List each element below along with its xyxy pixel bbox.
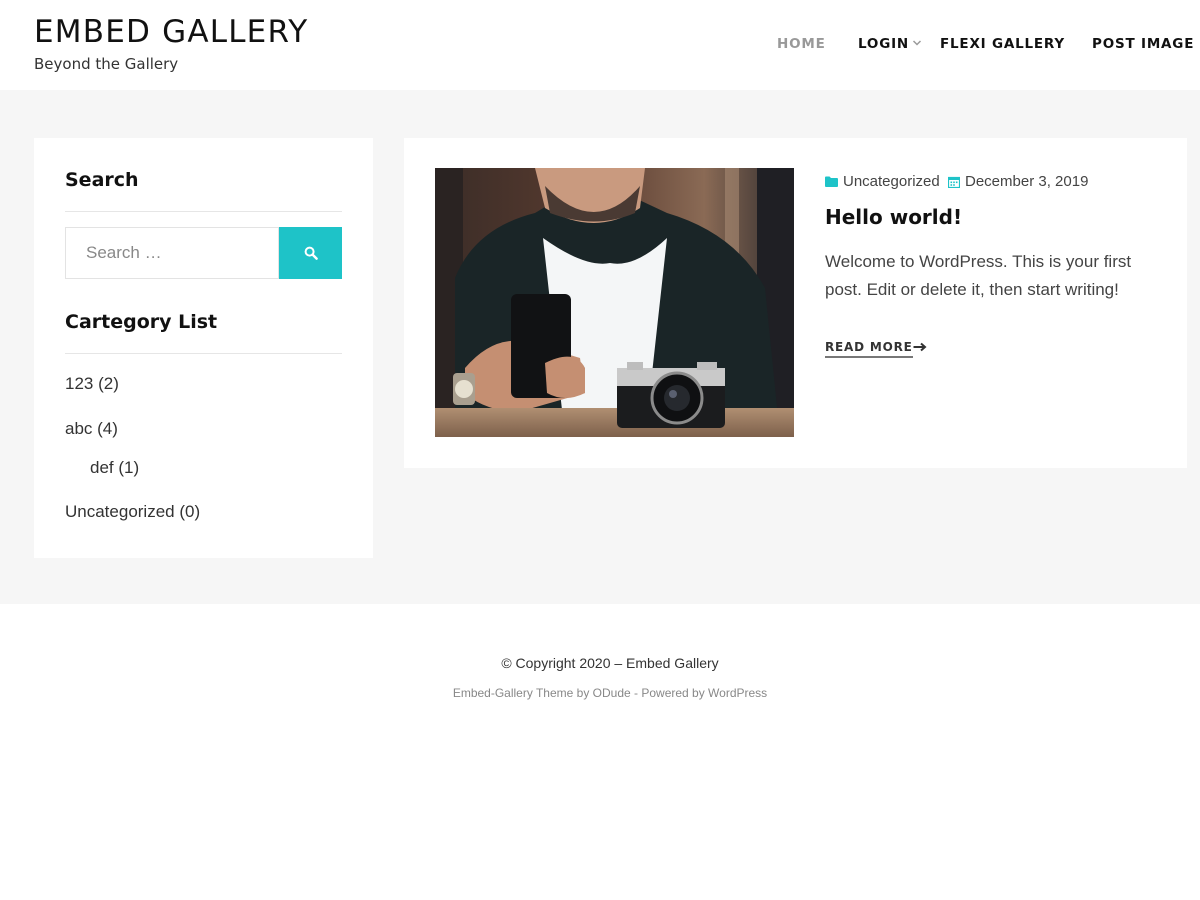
post-category-link[interactable]: Uncategorized [825, 173, 940, 190]
divider [65, 353, 342, 354]
post-thumbnail-image [435, 168, 794, 437]
search-button[interactable] [279, 227, 342, 279]
powered-by-link[interactable]: Powered by WordPress [641, 686, 767, 700]
nav-item-home[interactable]: HOME [777, 36, 826, 52]
divider [65, 211, 342, 212]
post-date-link[interactable]: December 3, 2019 [948, 173, 1088, 190]
post-card: Uncategorized December 3, 2019 Hello wor… [404, 138, 1187, 468]
search-icon [304, 246, 318, 260]
search-input[interactable] [65, 227, 279, 279]
post-title[interactable]: Hello world! [825, 205, 962, 229]
site-tagline: Beyond the Gallery [34, 55, 179, 73]
footer-separator: - [630, 686, 642, 700]
read-more-link[interactable]: READ MORE [825, 340, 913, 358]
post-category-label: Uncategorized [843, 173, 940, 190]
site-header: EMBED GALLERY Beyond the Gallery HOME LO… [0, 0, 1200, 90]
search-widget-title: Search [65, 169, 139, 191]
calendar-icon [948, 176, 960, 188]
category-link-uncategorized[interactable]: Uncategorized (0) [65, 502, 200, 522]
footer-copyright: © Copyright 2020 – Embed Gallery [501, 655, 719, 671]
category-widget-title: Cartegory List [65, 311, 218, 333]
nav-item-post-image[interactable]: POST IMAGE [1092, 36, 1194, 52]
site-title[interactable]: EMBED GALLERY [34, 14, 308, 50]
category-link-123[interactable]: 123 (2) [65, 374, 119, 394]
post-excerpt: Welcome to WordPress. This is your first… [825, 252, 1132, 299]
footer-credit: Embed-Gallery Theme by ODude - Powered b… [0, 686, 1200, 700]
theme-credit-link[interactable]: Embed-Gallery Theme by ODude [453, 686, 631, 700]
nav-item-login[interactable]: LOGIN [858, 36, 909, 52]
post-thumbnail[interactable] [435, 168, 794, 437]
category-link-def[interactable]: def (1) [90, 458, 139, 478]
folder-icon [825, 176, 838, 187]
sidebar: Search Cartegory List 123 (2) abc (4) de… [34, 138, 373, 558]
arrow-right-icon[interactable] [913, 342, 927, 352]
chevron-down-icon[interactable] [912, 36, 922, 50]
category-link-abc[interactable]: abc (4) [65, 419, 118, 439]
post-date-label: December 3, 2019 [965, 173, 1089, 190]
nav-item-flexi-gallery[interactable]: FLEXI GALLERY [940, 36, 1065, 52]
